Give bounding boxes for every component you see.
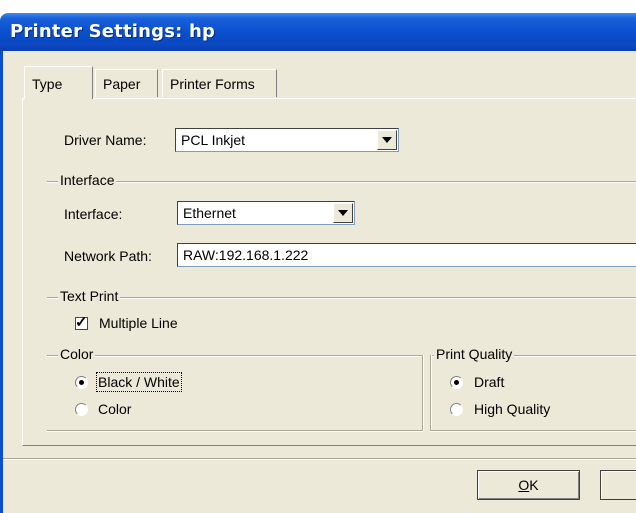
print-quality-group-left xyxy=(430,355,432,431)
tab-type[interactable]: Type xyxy=(24,66,93,99)
interface-dropdown-button[interactable] xyxy=(333,203,353,223)
network-path-value: RAW:192.168.1.222 xyxy=(183,247,309,263)
tab-printer-forms-label: Printer Forms xyxy=(170,76,255,92)
ok-button[interactable]: OK xyxy=(477,470,580,500)
high-quality-label[interactable]: High Quality xyxy=(474,401,550,417)
multiple-line-label[interactable]: Multiple Line xyxy=(99,315,178,331)
draft-label[interactable]: Draft xyxy=(474,374,504,390)
driver-name-dropdown-button[interactable] xyxy=(377,130,397,150)
cancel-button[interactable] xyxy=(600,470,636,500)
network-path-label: Network Path: xyxy=(64,248,152,264)
color-group-bottom xyxy=(47,430,423,432)
interface-label: Interface: xyxy=(64,206,123,222)
checkmark-icon: ✓ xyxy=(75,314,88,331)
chevron-down-icon xyxy=(382,137,392,143)
radio-draft[interactable] xyxy=(450,376,463,389)
interface-value: Ethernet xyxy=(183,205,236,221)
network-path-field[interactable]: RAW:192.168.1.222 xyxy=(177,243,636,267)
interface-group-title: Interface xyxy=(58,172,117,188)
tab-type-label: Type xyxy=(32,76,63,92)
color-group-divider xyxy=(422,355,424,431)
radio-high-quality[interactable] xyxy=(450,403,463,416)
chevron-down-icon xyxy=(338,210,348,216)
radio-selected-dot xyxy=(79,380,84,385)
driver-name-label: Driver Name: xyxy=(64,132,147,148)
interface-select[interactable]: Ethernet xyxy=(177,201,355,225)
tab-paper[interactable]: Paper xyxy=(95,69,158,97)
tab-printer-forms[interactable]: Printer Forms xyxy=(162,69,277,97)
multiple-line-checkbox[interactable]: ✓ xyxy=(75,314,88,331)
color-group-title: Color xyxy=(58,346,96,362)
title-bar[interactable]: Printer Settings: hp xyxy=(0,13,636,51)
print-quality-group-bottom xyxy=(430,430,636,432)
print-quality-group-title: Print Quality xyxy=(434,346,515,362)
black-white-label[interactable]: Black / White xyxy=(96,372,182,392)
radio-selected-dot xyxy=(454,380,459,385)
window-title: Printer Settings: hp xyxy=(10,21,216,42)
text-print-group-title: Text Print xyxy=(58,288,121,304)
color-group-frame xyxy=(47,355,422,357)
text-print-group-frame xyxy=(47,297,636,299)
tab-paper-label: Paper xyxy=(103,76,141,92)
ok-button-label: OK xyxy=(518,477,539,493)
radio-color[interactable] xyxy=(75,403,88,416)
color-option-label[interactable]: Color xyxy=(98,401,131,417)
button-separator xyxy=(3,458,636,460)
interface-group-frame xyxy=(47,181,636,183)
driver-name-select[interactable]: PCL Inkjet xyxy=(175,128,399,152)
radio-black-white[interactable] xyxy=(75,376,88,389)
driver-name-value: PCL Inkjet xyxy=(181,132,246,148)
